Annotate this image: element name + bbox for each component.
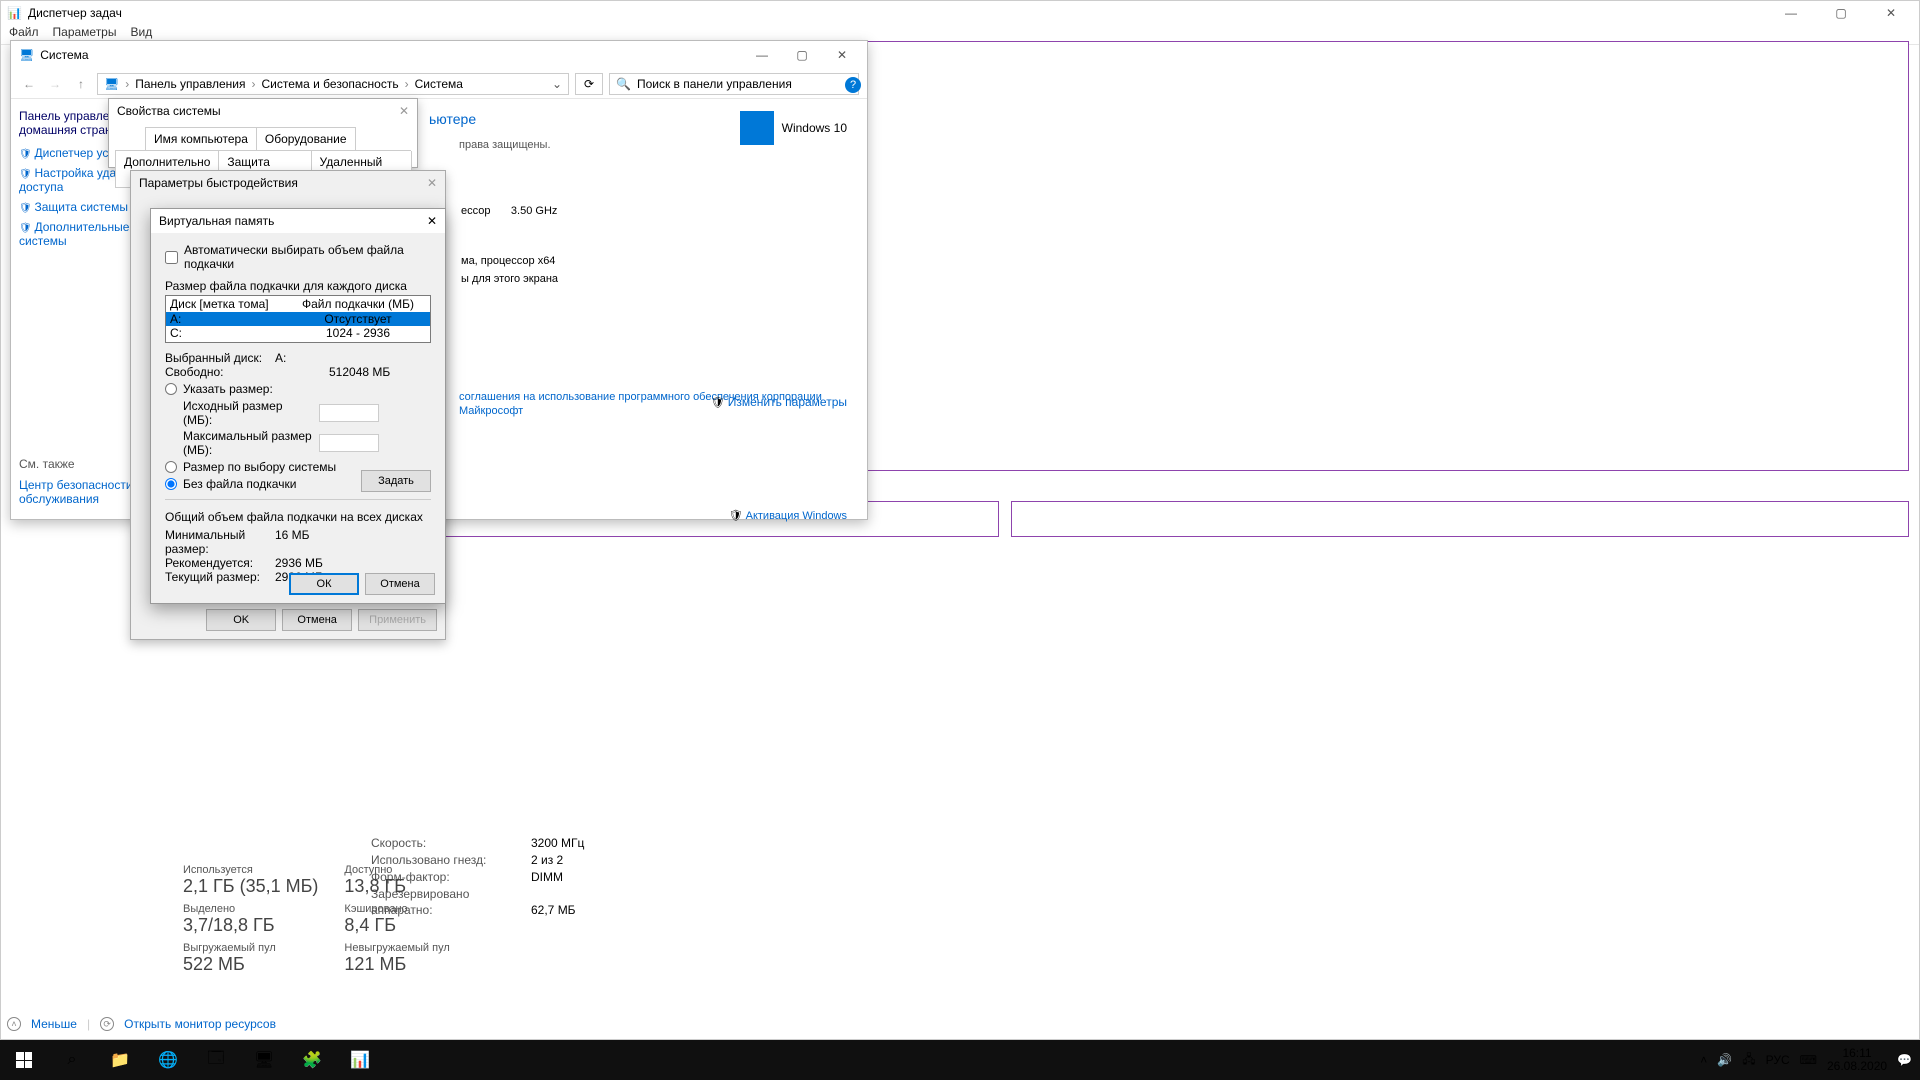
system-icon: 🖥	[19, 48, 34, 62]
keyboard-icon[interactable]: ⌨	[1800, 1053, 1817, 1067]
cancel-button[interactable]: Отмена	[365, 573, 435, 595]
virtual-memory-dialog: Виртуальная память ✕ Автоматически выбир…	[150, 208, 446, 604]
drive-row: C:1024 - 2936	[166, 326, 430, 340]
close-button[interactable]: ✕	[1869, 1, 1913, 25]
refresh-button[interactable]: ⟳	[575, 73, 603, 95]
search-button[interactable]: ⌕	[48, 1040, 96, 1080]
maximize-button[interactable]: ▢	[1819, 1, 1863, 25]
app-icon[interactable]: 🧩	[288, 1040, 336, 1080]
total-heading: Общий объем файла подкачки на всех диска…	[165, 510, 431, 524]
start-button[interactable]	[0, 1040, 48, 1080]
chrome-icon[interactable]: 🌐	[144, 1040, 192, 1080]
auto-manage-checkbox[interactable]: Автоматически выбирать объем файла подка…	[165, 243, 431, 271]
breadcrumb[interactable]: Панель управления	[135, 77, 245, 91]
apply-button: Применить	[358, 609, 437, 631]
up-button[interactable]: ↑	[71, 77, 91, 91]
minimize-button[interactable]: —	[745, 44, 779, 66]
initial-size-input	[319, 404, 379, 422]
system-properties-dialog: Свойства системы ✕ Имя компьютера Оборуд…	[108, 98, 418, 168]
minimize-button[interactable]: —	[1769, 1, 1813, 25]
ok-button[interactable]: ОК	[289, 573, 359, 595]
control-panel-icon: 🖥	[104, 77, 119, 91]
resource-monitor-icon: ⟳	[100, 1017, 114, 1031]
windows-logo: Windows 10	[740, 111, 847, 145]
dialog-title: Параметры быстродействия	[139, 176, 298, 190]
notifications-icon[interactable]: 💬	[1897, 1053, 1912, 1067]
tab-computer-name[interactable]: Имя компьютера	[145, 127, 257, 150]
drive-list[interactable]: Диск [метка тома]Файл подкачки (МБ) A:От…	[165, 295, 431, 343]
explorer-icon[interactable]: 📁	[96, 1040, 144, 1080]
network-icon[interactable]: 🖧	[1742, 1050, 1755, 1071]
address-bar[interactable]: 🖥 › Панель управления › Система и безопа…	[97, 73, 569, 95]
breadcrumb[interactable]: Система	[415, 77, 463, 91]
fewer-details-link[interactable]: Меньше	[31, 1017, 77, 1031]
search-input[interactable]: 🔍 Поиск в панели управления	[609, 73, 859, 95]
forward-button[interactable]: →	[45, 77, 65, 91]
help-icon[interactable]: ?	[845, 77, 861, 93]
close-button[interactable]: ✕	[825, 44, 859, 66]
dialog-title: Свойства системы	[117, 104, 221, 118]
maximize-button[interactable]: ▢	[785, 44, 819, 66]
radio-custom-size[interactable]: Указать размер:	[165, 382, 431, 396]
close-icon[interactable]: ✕	[427, 176, 437, 190]
close-icon[interactable]: ✕	[399, 104, 409, 118]
composition-graph-2	[1011, 501, 1909, 537]
app-icon[interactable]: 🗔	[192, 1040, 240, 1080]
search-placeholder: Поиск в панели управления	[637, 77, 792, 91]
dialog-title: Виртуальная память	[159, 214, 274, 228]
search-icon: 🔍	[616, 77, 631, 91]
open-resource-monitor-link[interactable]: Открыть монитор ресурсов	[124, 1017, 276, 1031]
drive-list-heading: Размер файла подкачки для каждого диска	[165, 279, 431, 293]
drive-row: A:Отсутствует	[166, 312, 430, 326]
clock[interactable]: 16:1126.08.2020	[1827, 1047, 1887, 1073]
taskbar: ⌕ 📁 🌐 🗔 🖥 🧩 📊 ˄ 🔊 🖧 РУС ⌨ 16:1126.08.202…	[0, 1040, 1920, 1080]
max-size-label: Максимальный размер (МБ):	[183, 429, 313, 457]
language-indicator[interactable]: РУС	[1766, 1053, 1790, 1067]
initial-size-label: Исходный размер (МБ):	[183, 399, 313, 427]
taskmgr-icon: 📊	[7, 6, 22, 20]
set-button[interactable]: Задать	[361, 470, 431, 492]
system-title: Система	[40, 48, 88, 62]
tab-hardware[interactable]: Оборудование	[256, 127, 356, 150]
change-settings-link[interactable]: 🛡 Изменить параметры	[711, 395, 847, 409]
app-icon[interactable]: 🖥	[240, 1040, 288, 1080]
ok-button[interactable]: OK	[206, 609, 276, 631]
collapse-icon[interactable]: ˄	[7, 1017, 21, 1031]
taskmgr-icon[interactable]: 📊	[336, 1040, 384, 1080]
breadcrumb[interactable]: Система и безопасность	[261, 77, 398, 91]
back-button[interactable]: ←	[19, 77, 39, 91]
chevron-down-icon[interactable]: ⌄	[552, 77, 562, 91]
max-size-input	[319, 434, 379, 452]
memory-stats: Используется2,1 ГБ (35,1 МБ) Доступно13,…	[181, 860, 1909, 979]
tray-chevron-icon[interactable]: ˄	[1700, 1053, 1707, 1067]
cancel-button[interactable]: Отмена	[282, 609, 352, 631]
taskmgr-title: Диспетчер задач	[28, 6, 122, 20]
volume-icon[interactable]: 🔊	[1717, 1053, 1732, 1067]
activate-windows-link[interactable]: 🛡 Активация Windows	[729, 509, 847, 522]
close-icon[interactable]: ✕	[427, 214, 437, 228]
